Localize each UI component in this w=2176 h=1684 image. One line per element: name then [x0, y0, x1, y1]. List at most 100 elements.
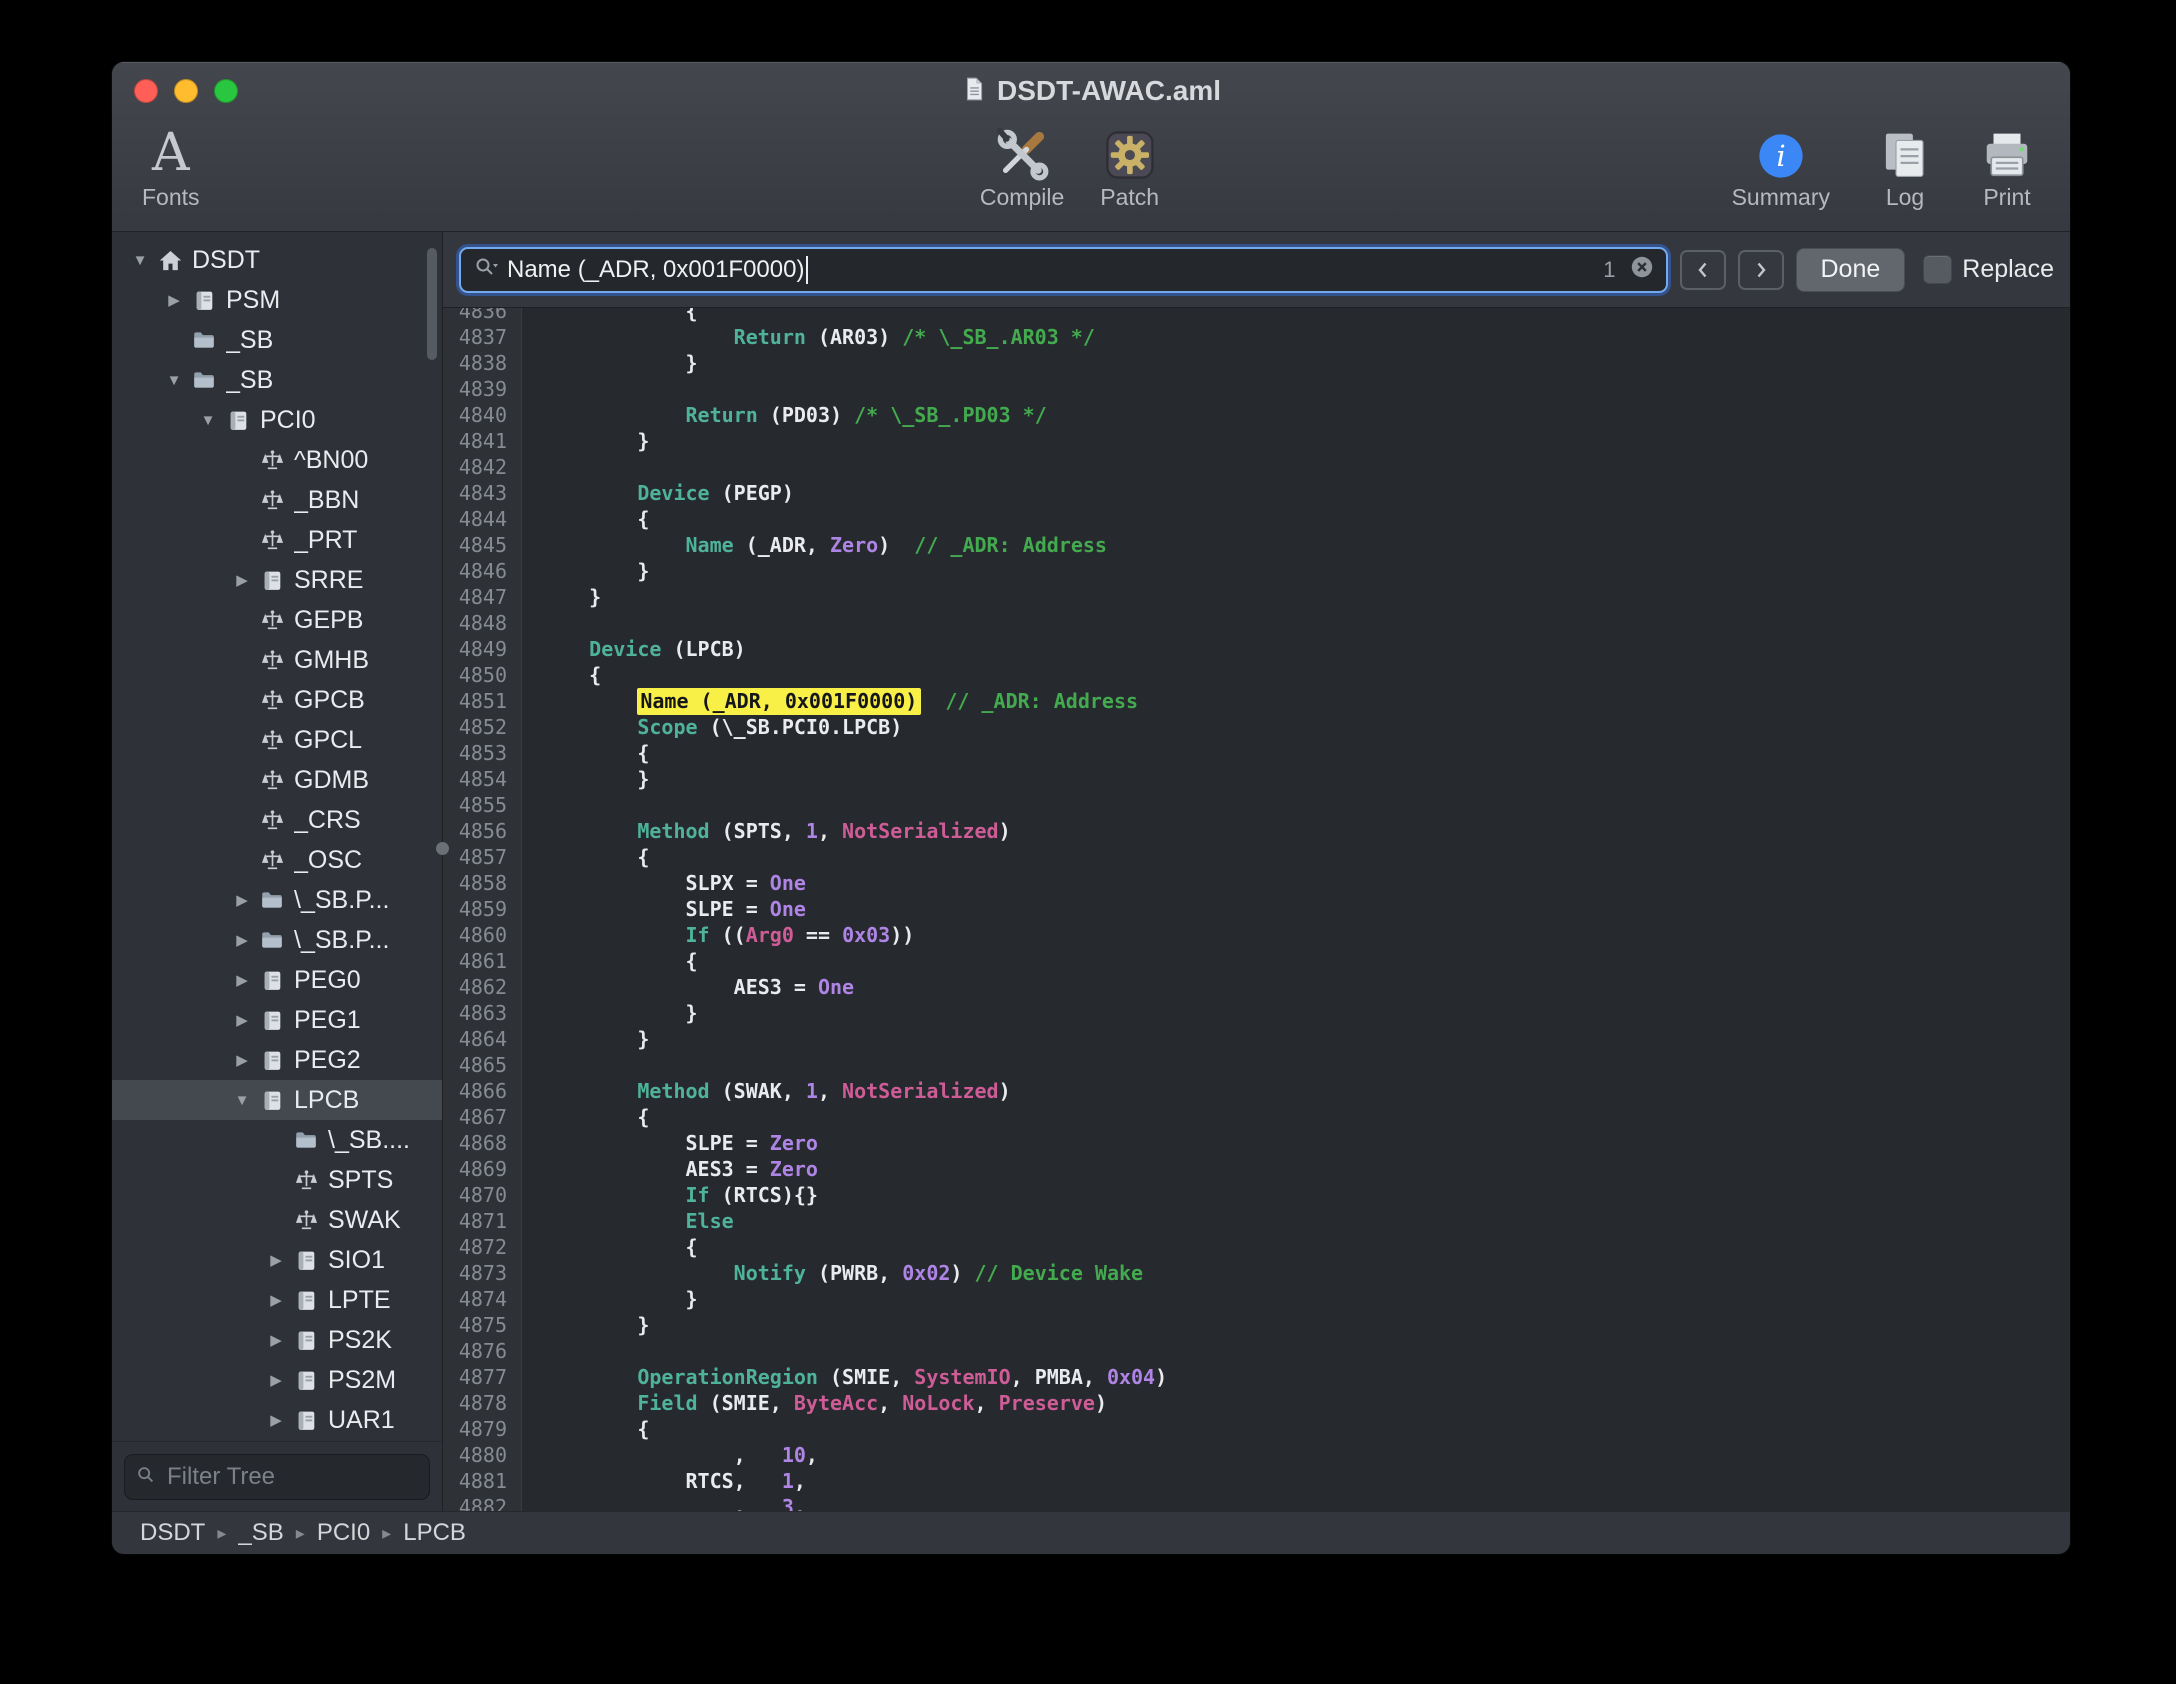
tree-item-gmhb[interactable]: GMHB	[112, 640, 442, 680]
code-line: 4878 Field (SMIE, ByteAcc, NoLock, Prese…	[443, 1390, 2070, 1416]
code-editor[interactable]: 4836 {4837 Return (AR03) /* \_SB_.AR03 *…	[443, 308, 2070, 1512]
tree-item-ps2k[interactable]: ▶ PS2K	[112, 1320, 442, 1360]
tree-item-gepb[interactable]: GEPB	[112, 600, 442, 640]
line-number: 4859	[443, 896, 521, 922]
document-proxy-icon[interactable]	[961, 76, 987, 107]
search-previous-button[interactable]	[1680, 250, 1726, 290]
tree-item-peg1[interactable]: ▶PEG1	[112, 1000, 442, 1040]
tree-item-label: \_SB.P...	[294, 926, 389, 955]
search-icon[interactable]	[473, 255, 499, 284]
breadcrumb-item[interactable]: _SB	[238, 1519, 283, 1547]
tree-item-swak[interactable]: SWAK	[112, 1200, 442, 1240]
line-text: {	[521, 844, 649, 870]
tree-item-osc[interactable]: _OSC	[112, 840, 442, 880]
compile-button[interactable]: Compile	[980, 120, 1064, 211]
sidebar-tree[interactable]: ▼DSDT▶PSM_SB▼_SB▼PCI0^BN00_BBN_PRT▶SRREG…	[112, 240, 442, 1442]
tree-item-sb[interactable]: ▼_SB	[112, 360, 442, 400]
breadcrumb-item[interactable]: DSDT	[140, 1519, 205, 1547]
tree-item-sio1[interactable]: ▶SIO1	[112, 1240, 442, 1280]
tree-item-bbn[interactable]: _BBN	[112, 480, 442, 520]
tree-item-prt[interactable]: _PRT	[112, 520, 442, 560]
tree-item-lpte[interactable]: ▶ LPTE	[112, 1280, 442, 1320]
tree-item-uar1[interactable]: ▶ UAR1	[112, 1400, 442, 1440]
line-text: If ((Arg0 == 0x03))	[521, 922, 914, 948]
book-icon	[188, 288, 220, 313]
tree-item-sb[interactable]: _SB	[112, 320, 442, 360]
book-icon	[290, 1408, 322, 1433]
code-line: 4861 {	[443, 948, 2070, 974]
tree-item-ps2m[interactable]: ▶PS2M	[112, 1360, 442, 1400]
line-number: 4878	[443, 1390, 521, 1416]
tree-item-pci0[interactable]: ▼PCI0	[112, 400, 442, 440]
line-text: }	[521, 1000, 698, 1026]
disclosure-triangle-icon[interactable]: ▶	[262, 1251, 290, 1269]
tree-item-bn00[interactable]: ^BN00	[112, 440, 442, 480]
breadcrumb-item[interactable]: LPCB	[403, 1519, 466, 1547]
tree-item-peg2[interactable]: ▶PEG2	[112, 1040, 442, 1080]
disclosure-triangle-icon[interactable]: ▶	[228, 1011, 256, 1029]
replace-checkbox[interactable]	[1923, 255, 1952, 284]
tree-item-sbp[interactable]: ▶\_SB.P...	[112, 880, 442, 920]
tree-item-label: UAR1	[328, 1406, 395, 1435]
compile-label: Compile	[980, 184, 1064, 211]
breadcrumb: DSDT▸_SB▸PCI0▸LPCB	[140, 1519, 466, 1547]
disclosure-triangle-icon[interactable]: ▶	[228, 1051, 256, 1069]
tree-item-gpcb[interactable]: GPCB	[112, 680, 442, 720]
line-number: 4866	[443, 1078, 521, 1104]
disclosure-triangle-icon[interactable]: ▼	[228, 1092, 256, 1109]
find-bar: Name (_ADR, 0x001F0000) 1 Done Replace	[443, 232, 2070, 308]
log-button[interactable]: Log	[1878, 120, 1932, 211]
disclosure-triangle-icon[interactable]: ▶	[228, 891, 256, 909]
tree-item-label: LPTE	[328, 1286, 391, 1315]
titlebar[interactable]: DSDT-AWAC.aml	[112, 62, 2070, 120]
code-line: 4843 Device (PEGP)	[443, 480, 2070, 506]
search-input[interactable]: Name (_ADR, 0x001F0000) 1	[459, 247, 1668, 293]
line-number: 4838	[443, 350, 521, 376]
tree-item-lpcb[interactable]: ▼LPCB	[112, 1080, 442, 1120]
split-handle[interactable]	[436, 842, 449, 855]
tree-item-psm[interactable]: ▶PSM	[112, 280, 442, 320]
line-number: 4879	[443, 1416, 521, 1442]
patch-button[interactable]: Patch	[1100, 120, 1159, 211]
tree-item-spts[interactable]: SPTS	[112, 1160, 442, 1200]
disclosure-triangle-icon[interactable]: ▼	[160, 372, 188, 389]
tree-item-peg0[interactable]: ▶PEG0	[112, 960, 442, 1000]
print-button[interactable]: Print	[1980, 120, 2034, 211]
fonts-label: Fonts	[142, 184, 200, 211]
disclosure-triangle-icon[interactable]: ▶	[228, 571, 256, 589]
disclosure-triangle-icon[interactable]: ▼	[126, 252, 154, 269]
disclosure-triangle-icon[interactable]: ▶	[262, 1371, 290, 1389]
tree-item-sbp[interactable]: ▶ \_SB.P...	[112, 920, 442, 960]
sidebar-scrollbar[interactable]	[427, 248, 437, 360]
filter-tree-field[interactable]	[124, 1454, 430, 1500]
scale-icon	[256, 848, 288, 873]
tree-item-dsdt[interactable]: ▼DSDT	[112, 240, 442, 280]
line-number: 4871	[443, 1208, 521, 1234]
tree-item-sb[interactable]: \_SB....	[112, 1120, 442, 1160]
tree-item-label: PS2K	[328, 1326, 392, 1355]
tree-item-crs[interactable]: _CRS	[112, 800, 442, 840]
line-number: 4857	[443, 844, 521, 870]
folder-icon	[188, 367, 220, 393]
tree-item-gdmb[interactable]: GDMB	[112, 760, 442, 800]
disclosure-triangle-icon[interactable]: ▼	[194, 412, 222, 429]
tree-item-gpcl[interactable]: GPCL	[112, 720, 442, 760]
search-next-button[interactable]	[1738, 250, 1784, 290]
log-label: Log	[1886, 184, 1924, 211]
done-button[interactable]: Done	[1796, 248, 1906, 292]
disclosure-triangle-icon[interactable]: ▶	[228, 931, 256, 949]
code-line: 4849 Device (LPCB)	[443, 636, 2070, 662]
breadcrumb-item[interactable]: PCI0	[317, 1519, 370, 1547]
filter-tree-input[interactable]	[165, 1462, 419, 1492]
editor-pane: Name (_ADR, 0x001F0000) 1 Done Replace	[443, 232, 2070, 1512]
code-line: 4860 If ((Arg0 == 0x03))	[443, 922, 2070, 948]
disclosure-triangle-icon[interactable]: ▶	[262, 1291, 290, 1309]
disclosure-triangle-icon[interactable]: ▶	[160, 291, 188, 309]
disclosure-triangle-icon[interactable]: ▶	[228, 971, 256, 989]
fonts-button[interactable]: A Fonts	[142, 120, 200, 211]
tree-item-srre[interactable]: ▶SRRE	[112, 560, 442, 600]
summary-button[interactable]: i Summary	[1732, 120, 1830, 211]
disclosure-triangle-icon[interactable]: ▶	[262, 1331, 290, 1349]
clear-search-button[interactable]	[1630, 255, 1654, 284]
disclosure-triangle-icon[interactable]: ▶	[262, 1411, 290, 1429]
